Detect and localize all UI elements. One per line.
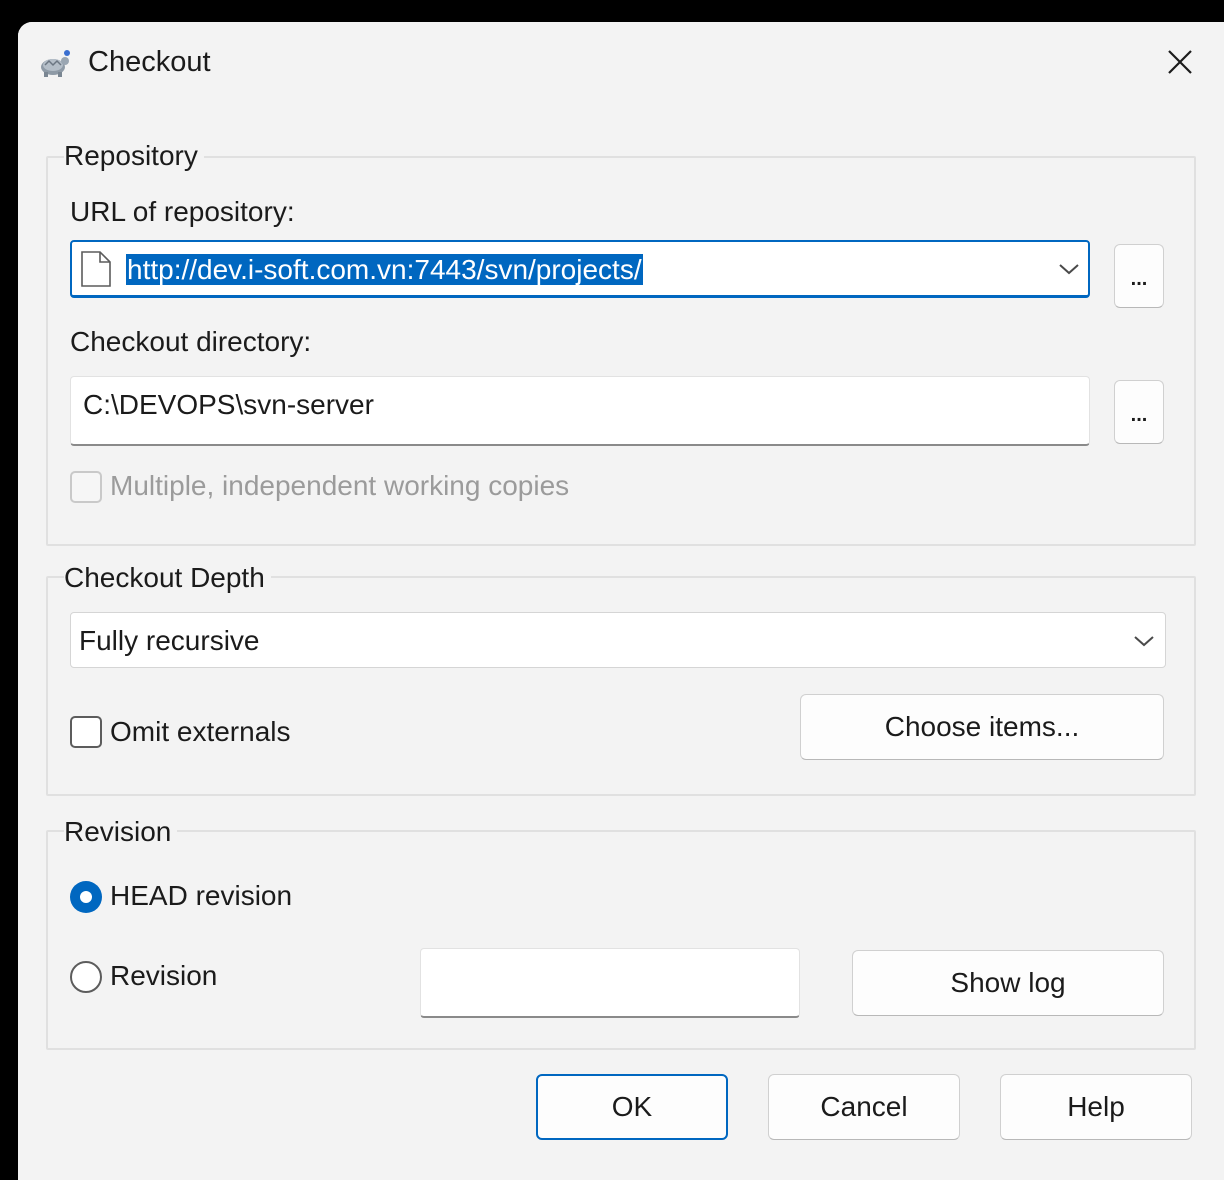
show-log-button[interactable]: Show log	[852, 950, 1164, 1016]
checkout-depth-group	[46, 576, 1196, 796]
file-icon	[81, 251, 111, 287]
url-browse-button[interactable]: ...	[1114, 244, 1164, 308]
help-button[interactable]: Help	[1000, 1074, 1192, 1140]
omit-externals-checkbox[interactable]	[70, 716, 102, 748]
url-label: URL of repository:	[70, 196, 295, 227]
omit-externals-label: Omit externals	[110, 716, 291, 747]
multiple-copies-label: Multiple, independent working copies	[110, 470, 570, 501]
depth-selected-value: Fully recursive	[79, 625, 260, 656]
directory-browse-button[interactable]: ...	[1114, 380, 1164, 444]
revision-legend: Revision	[64, 816, 178, 848]
depth-combobox[interactable]: Fully recursive	[70, 612, 1166, 668]
url-combobox[interactable]: http://dev.i-soft.com.vn:7443/svn/projec…	[70, 240, 1090, 298]
checkout-directory-value: C:\DEVOPS\svn-server	[83, 389, 374, 420]
checkout-directory-label: Checkout directory:	[70, 326, 312, 357]
choose-items-button[interactable]: Choose items...	[800, 694, 1164, 760]
cancel-button[interactable]: Cancel	[768, 1074, 960, 1140]
checkout-depth-legend: Checkout Depth	[64, 562, 271, 594]
revision-number-input[interactable]	[420, 948, 800, 1018]
checkout-directory-input[interactable]: C:\DEVOPS\svn-server	[70, 376, 1090, 446]
head-revision-label: HEAD revision	[110, 880, 293, 911]
head-revision-radio[interactable]	[70, 881, 102, 913]
revision-label: Revision	[110, 960, 218, 991]
close-icon	[1168, 50, 1192, 74]
chevron-down-icon[interactable]	[1058, 262, 1080, 276]
repository-legend: Repository	[64, 140, 204, 172]
chevron-down-icon[interactable]	[1133, 634, 1155, 648]
title-bar[interactable]: Checkout	[18, 22, 1224, 102]
revision-radio[interactable]	[70, 961, 102, 993]
multiple-copies-checkbox[interactable]	[70, 471, 102, 503]
window-title: Checkout	[88, 46, 211, 78]
close-button[interactable]	[1156, 38, 1204, 86]
ok-button[interactable]: OK	[536, 1074, 728, 1140]
tortoise-svn-icon	[41, 50, 70, 77]
url-input-value[interactable]: http://dev.i-soft.com.vn:7443/svn/projec…	[126, 254, 643, 285]
checkout-dialog: Checkout Repository URL of repository: h…	[18, 22, 1224, 1180]
